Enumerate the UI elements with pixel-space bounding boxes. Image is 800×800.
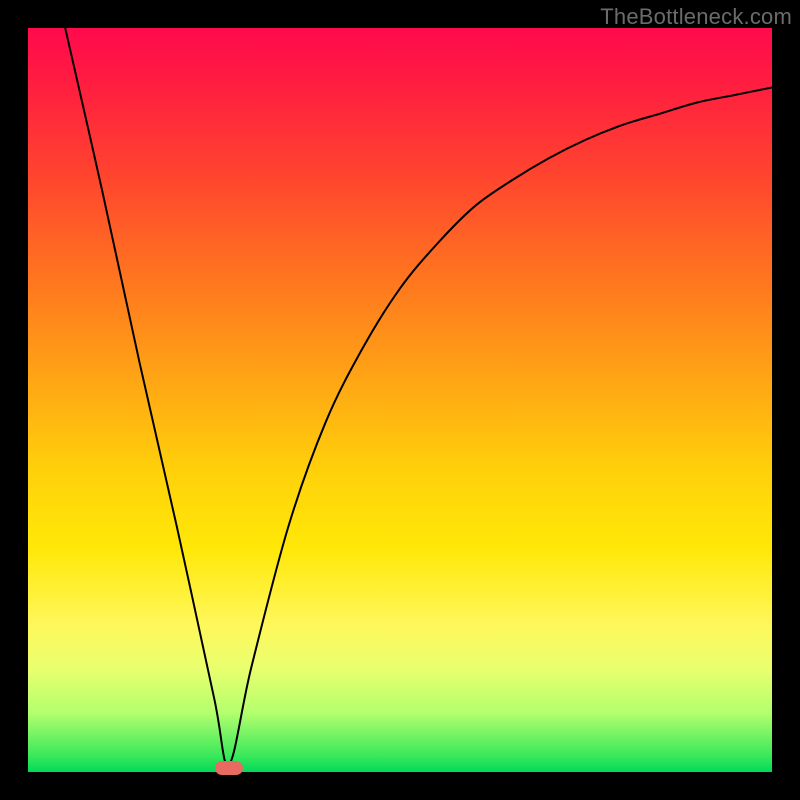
curve-svg [28,28,772,772]
min-marker [215,761,243,775]
watermark-text: TheBottleneck.com [600,4,792,30]
chart-frame: TheBottleneck.com [0,0,800,800]
bottleneck-curve [65,28,772,765]
plot-area [28,28,772,772]
